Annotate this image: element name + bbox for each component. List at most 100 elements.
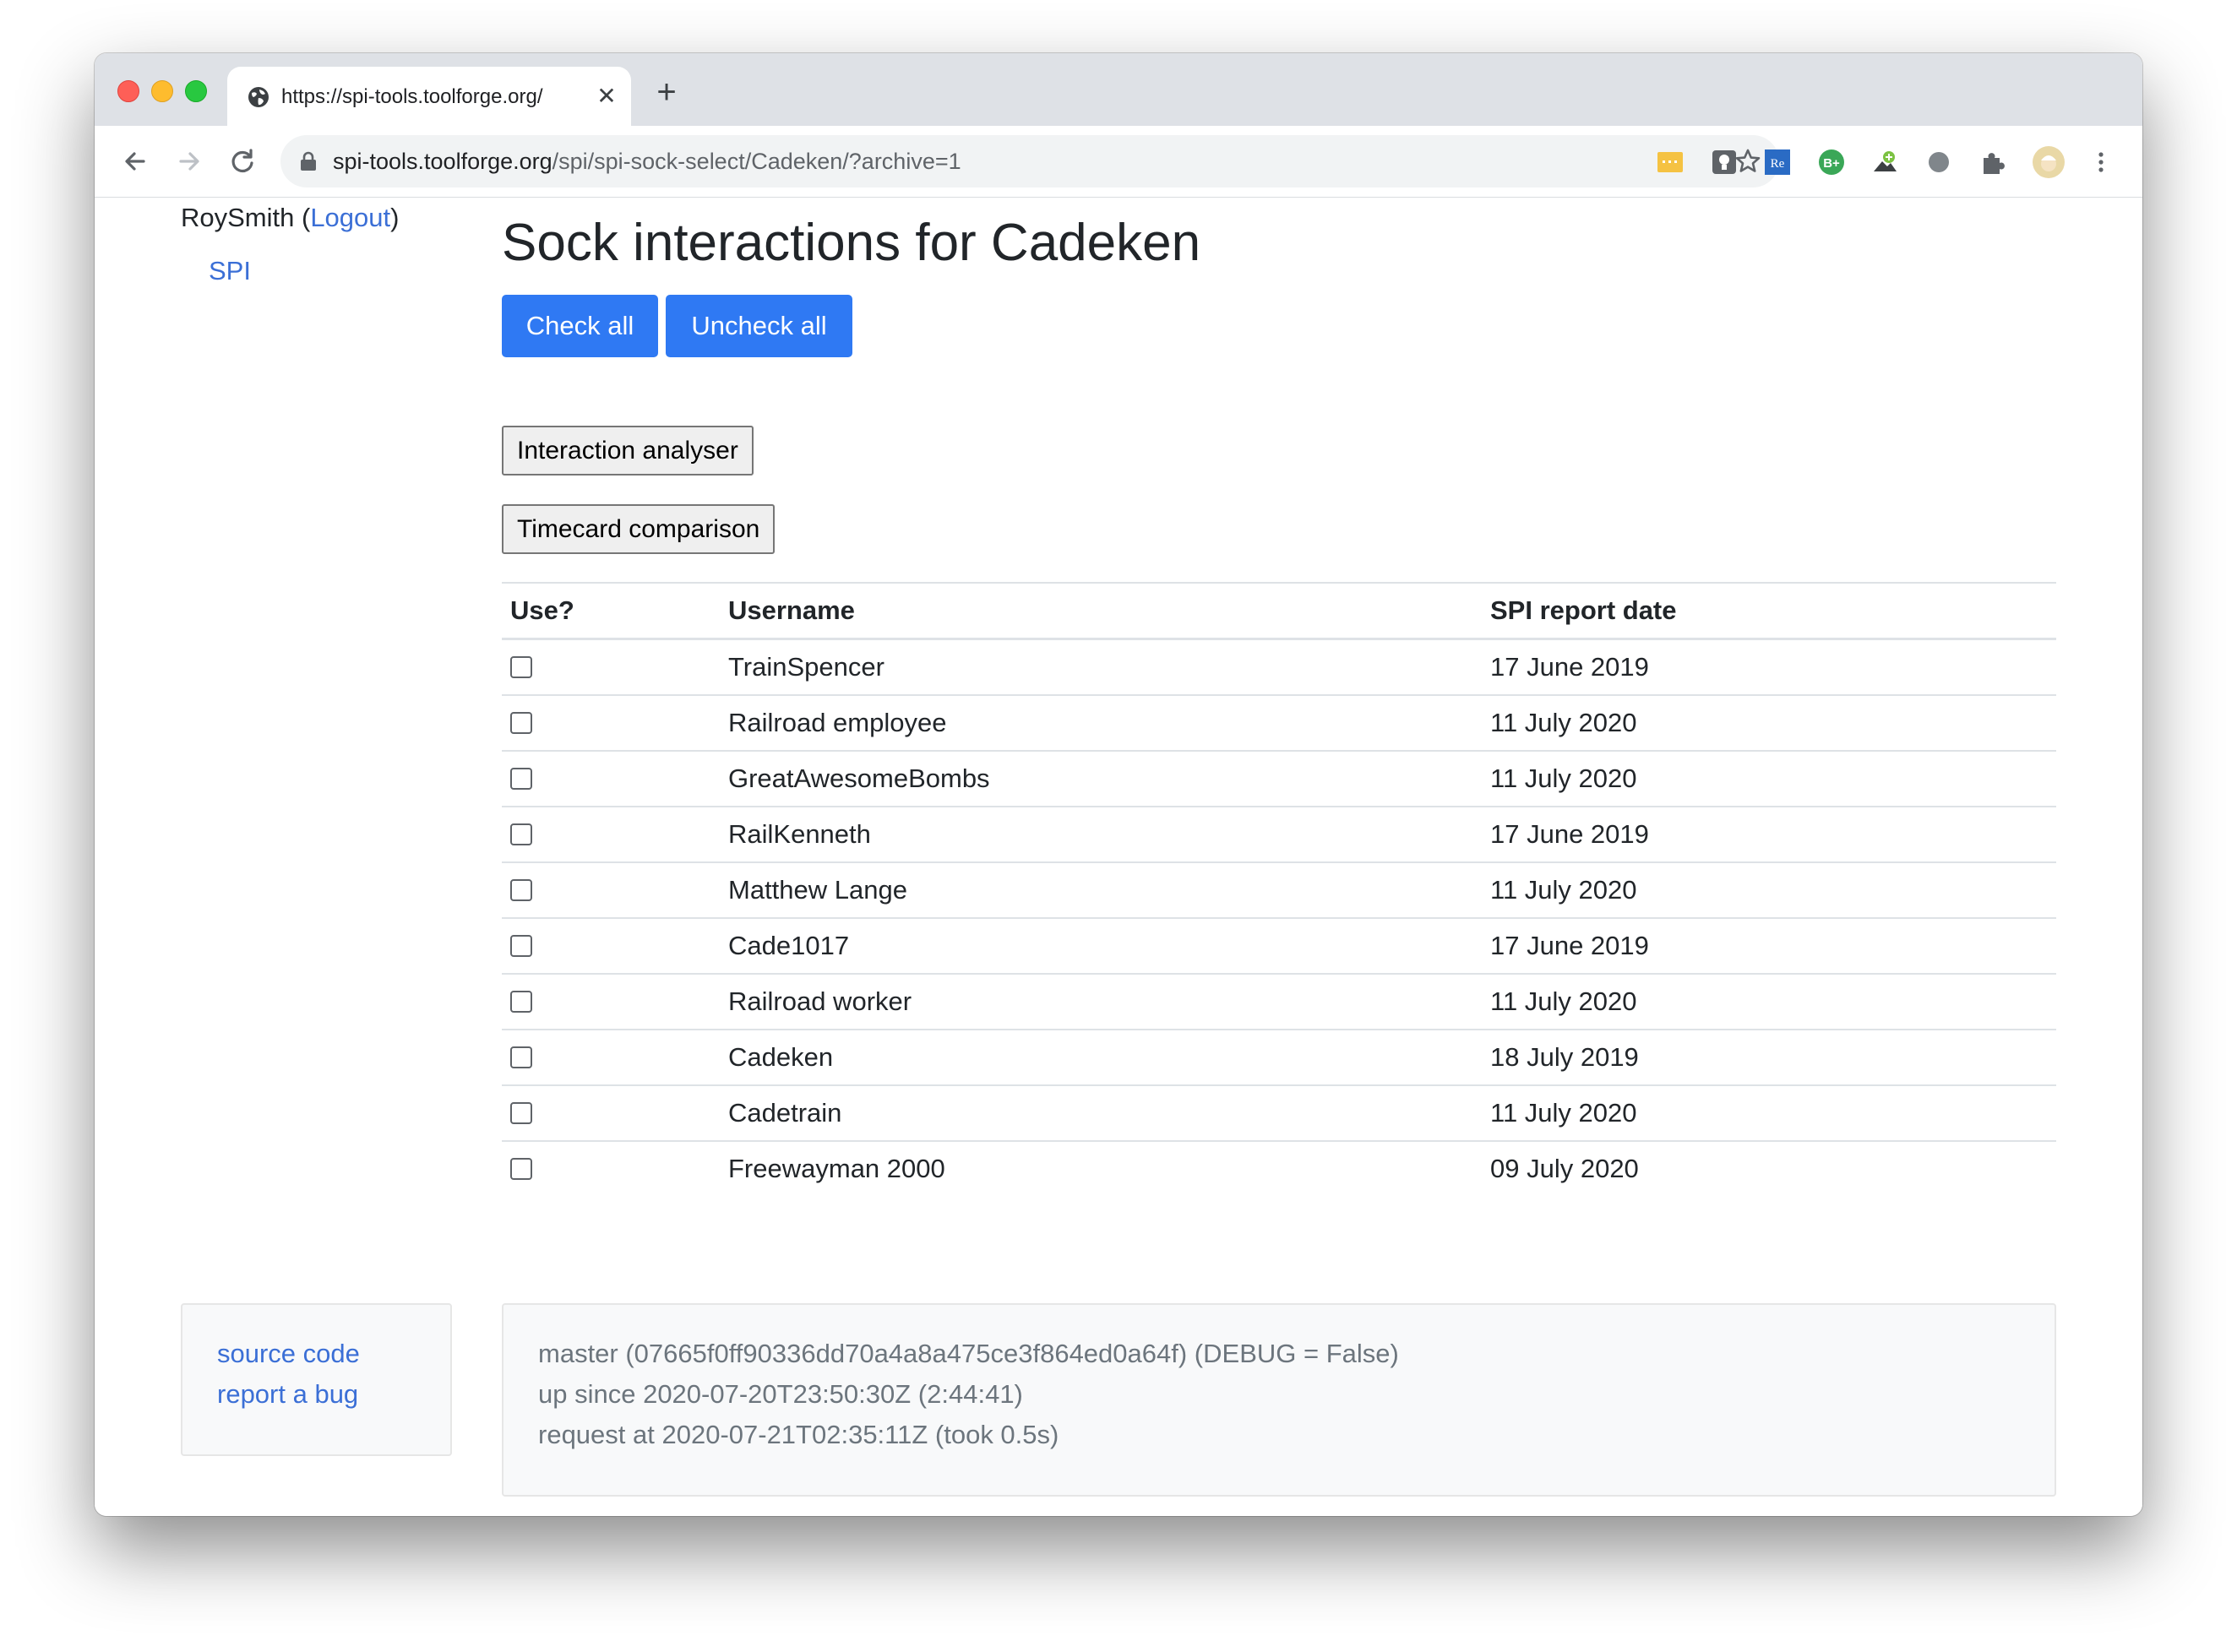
use-cell [502,694,720,751]
url-host: spi-tools.toolforge.org [333,149,552,174]
username-cell: RailKenneth [720,806,1482,862]
re-extension-icon[interactable]: Re [1763,148,1792,177]
spi-link[interactable]: SPI [209,254,251,288]
use-checkbox[interactable] [510,1046,532,1068]
tab-title: https://spi-tools.toolforge.org/ [281,85,543,108]
date-cell: 11 July 2020 [1482,973,2056,1030]
username-cell: Cadeken [720,1029,1482,1085]
use-checkbox[interactable] [510,878,532,901]
date-cell: 18 July 2019 [1482,1029,2056,1085]
footer-request: request at 2020-07-21T02:35:11Z (took 0.… [538,1420,1059,1449]
table-header-row: Use? Username SPI report date [502,582,2056,640]
use-checkbox[interactable] [510,655,532,678]
date-cell: 09 July 2020 [1482,1140,2056,1196]
use-checkbox[interactable] [510,1157,532,1180]
table-row: Railroad employee 11 July 2020 [502,694,2056,751]
tab-strip: https://spi-tools.toolforge.org/ ✕ + [95,53,2142,126]
table-row: Railroad worker 11 July 2020 [502,973,2056,1030]
notes-extension-icon[interactable] [1656,148,1685,177]
menu-icon[interactable] [2087,148,2115,177]
footer-status: master (07665f0ff90336dd70a4a8a475ce3f86… [502,1303,2056,1497]
check-all-button[interactable]: Check all [502,295,658,357]
use-checkbox[interactable] [510,934,532,957]
source-code-link[interactable]: source code [217,1337,360,1371]
cloud-extension-icon[interactable] [1870,148,1899,177]
use-cell [502,1029,720,1085]
table-row: Matthew Lange 11 July 2020 [502,861,2056,918]
shield-extension-icon[interactable] [1924,148,1953,177]
use-checkbox[interactable] [510,711,532,734]
date-cell: 17 June 2019 [1482,638,2056,695]
date-cell: 17 June 2019 [1482,806,2056,862]
table-row: RailKenneth 17 June 2019 [502,806,2056,862]
date-cell: 11 July 2020 [1482,750,2056,807]
window-maximize-button[interactable] [185,80,207,102]
table-row: Cadeken 18 July 2019 [502,1029,2056,1085]
use-cell [502,861,720,918]
date-cell: 17 June 2019 [1482,917,2056,974]
username-cell: TrainSpencer [720,638,1482,695]
window-close-button[interactable] [117,80,139,102]
timecard-comparison-button[interactable]: Timecard comparison [502,504,776,554]
table-row: GreatAwesomeBombs 11 July 2020 [502,750,2056,807]
use-checkbox[interactable] [510,990,532,1013]
footer-links: source code report a bug [181,1303,452,1456]
use-checkbox[interactable] [510,823,532,845]
window-minimize-button[interactable] [151,80,173,102]
reload-icon[interactable] [226,144,259,178]
username-cell: GreatAwesomeBombs [720,750,1482,807]
username-cell: Freewayman 2000 [720,1140,1482,1196]
use-cell [502,973,720,1030]
use-checkbox[interactable] [510,1101,532,1124]
report-bug-link[interactable]: report a bug [217,1378,358,1411]
header-use: Use? [502,582,720,640]
url-text[interactable]: spi-tools.toolforge.org/spi/spi-sock-sel… [333,147,961,176]
page-title: Sock interactions for Cadeken [502,214,1201,272]
use-cell [502,806,720,862]
back-icon[interactable] [118,144,152,178]
header-report-date: SPI report date [1482,582,2056,640]
svg-text:B+: B+ [1823,156,1840,171]
profile-avatar[interactable] [2032,145,2066,179]
header-username: Username [720,582,1482,640]
logout-link[interactable]: Logout [310,203,390,232]
use-checkbox[interactable] [510,767,532,790]
footer-uptime: up since 2020-07-20T23:50:30Z (2:44:41) [538,1379,1023,1409]
browser-tab[interactable]: https://spi-tools.toolforge.org/ ✕ [227,67,631,126]
address-bar[interactable]: spi-tools.toolforge.org/spi/spi-sock-sel… [280,135,1779,187]
username: RoySmith [181,203,295,232]
use-cell [502,750,720,807]
table-row: Cadetrain 11 July 2020 [502,1084,2056,1141]
use-cell [502,638,720,695]
username-cell: Cadetrain [720,1084,1482,1141]
username-cell: Railroad worker [720,973,1482,1030]
grade-extension-icon[interactable]: B+ [1817,148,1846,177]
puzzle-icon[interactable] [1978,148,2007,177]
page-content: RoySmith (Logout) SPI Sock interactions … [95,198,2142,1516]
svg-text:Re: Re [1771,157,1785,171]
username-cell: Matthew Lange [720,861,1482,918]
lightbulb-extension-icon[interactable] [1710,148,1739,177]
browser-window: https://spi-tools.toolforge.org/ ✕ + spi… [95,53,2142,1516]
table-row: Cade1017 17 June 2019 [502,917,2056,974]
table-row: Freewayman 2000 09 July 2020 [502,1140,2056,1196]
use-cell [502,917,720,974]
lock-icon[interactable] [299,151,318,171]
date-cell: 11 July 2020 [1482,861,2056,918]
date-cell: 11 July 2020 [1482,1084,2056,1141]
username-cell: Cade1017 [720,917,1482,974]
browser-toolbar: spi-tools.toolforge.org/spi/spi-sock-sel… [95,126,2142,198]
globe-icon [248,87,269,107]
uncheck-all-button[interactable]: Uncheck all [666,295,852,357]
use-cell [502,1140,720,1196]
interaction-analyser-button[interactable]: Interaction analyser [502,426,754,475]
url-path: /spi/spi-sock-select/Cadeken/?archive=1 [552,149,961,174]
footer-version: master (07665f0ff90336dd70a4a8a475ce3f86… [538,1339,1399,1368]
username-cell: Railroad employee [720,694,1482,751]
new-tab-button[interactable]: + [652,75,681,109]
user-info: RoySmith (Logout) [181,203,400,232]
tab-close-icon[interactable]: ✕ [596,84,618,108]
table-row: TrainSpencer 17 June 2019 [502,638,2056,695]
date-cell: 11 July 2020 [1482,694,2056,751]
forward-icon[interactable] [172,144,206,178]
